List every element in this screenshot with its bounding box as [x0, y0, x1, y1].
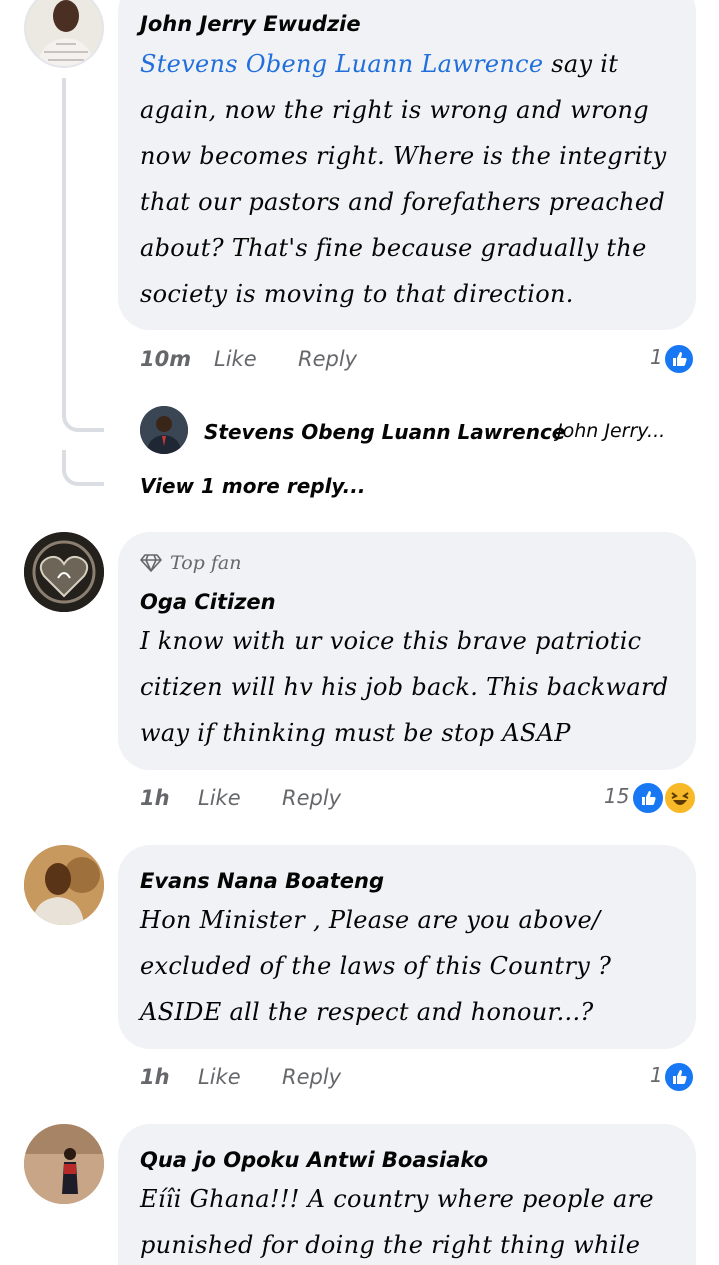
thread-connector: [62, 450, 104, 486]
reaction-count[interactable]: 1: [650, 345, 663, 369]
comment-text-line: ASIDE all the respect and honour...?: [140, 998, 594, 1026]
like-button[interactable]: Like: [214, 347, 257, 371]
view-more-replies-link[interactable]: View 1 more reply...: [140, 474, 365, 498]
comment-text-line: Hon Minister , Please are you above/: [140, 906, 601, 934]
thread-connector: [62, 400, 104, 432]
heart-emblem-icon: [24, 532, 104, 612]
reply-button[interactable]: Reply: [298, 347, 357, 371]
comment-text-line: citizen will hv his job back. This backw…: [140, 673, 669, 701]
person-photo-icon: [140, 406, 188, 454]
comment-author[interactable]: Oga Citizen: [140, 590, 276, 614]
comment-text-line: that our pastors and forefathers preache…: [140, 188, 665, 216]
comment-text-line: way if thinking must be stop ASAP: [140, 719, 571, 747]
reply-preview-text[interactable]: John Jerry...: [557, 420, 665, 442]
comment-text-line: about? That's fine because gradually the: [140, 234, 647, 262]
mention-link[interactable]: Stevens Obeng Luann Lawrence: [140, 50, 543, 78]
top-fan-label: Top fan: [170, 552, 242, 574]
avatar-evans-nana[interactable]: [24, 845, 104, 925]
thread-line: [62, 78, 66, 418]
comment-timestamp: 1h: [140, 1065, 170, 1089]
avatar-stevens-obeng[interactable]: [140, 406, 188, 454]
comment-timestamp: 10m: [140, 347, 192, 371]
person-photo-icon: [24, 1124, 104, 1204]
comment-author[interactable]: John Jerry Ewudzie: [140, 12, 361, 36]
comment-text-line: now becomes right. Where is the integrit…: [140, 142, 667, 170]
comment-text-line: Eíîi Ghana!!! A country where people are: [140, 1185, 654, 1213]
reply-button[interactable]: Reply: [282, 1065, 341, 1089]
top-fan-badge: Top fan: [140, 551, 241, 575]
reaction-count[interactable]: 15: [604, 784, 629, 808]
like-button[interactable]: Like: [198, 786, 241, 810]
comment-author[interactable]: Evans Nana Boateng: [140, 869, 384, 893]
comment-text-line: society is moving to that direction.: [140, 280, 574, 308]
avatar-john-jerry[interactable]: [24, 0, 104, 68]
like-reaction-icon: [663, 1061, 695, 1093]
like-reaction-icon: [631, 781, 665, 815]
person-photo-icon: [24, 845, 104, 925]
avatar-oga-citizen[interactable]: [24, 532, 104, 612]
like-button[interactable]: Like: [198, 1065, 241, 1089]
comment-text-line: Stevens Obeng Luann Lawrence say it: [140, 50, 619, 78]
comment-text-line: I know with ur voice this brave patrioti…: [140, 627, 642, 655]
reply-button[interactable]: Reply: [282, 786, 341, 810]
comment-text-line: punished for doing the right thing while: [140, 1231, 641, 1259]
comment-text-line: again, now the right is wrong and wrong: [140, 96, 649, 124]
diamond-icon: [140, 554, 162, 572]
reaction-count[interactable]: 1: [650, 1063, 663, 1087]
comment-text-line: excluded of the laws of this Country ?: [140, 952, 612, 980]
like-reaction-icon: [663, 343, 695, 375]
comment-author[interactable]: Qua jo Opoku Antwi Boasiako: [140, 1148, 488, 1172]
avatar-quajo-opoku[interactable]: [24, 1124, 104, 1204]
reply-author[interactable]: Stevens Obeng Luann Lawrence: [204, 420, 565, 444]
comment-timestamp: 1h: [140, 786, 170, 810]
person-photo-icon: [26, 0, 102, 66]
haha-reaction-icon: [663, 781, 697, 815]
